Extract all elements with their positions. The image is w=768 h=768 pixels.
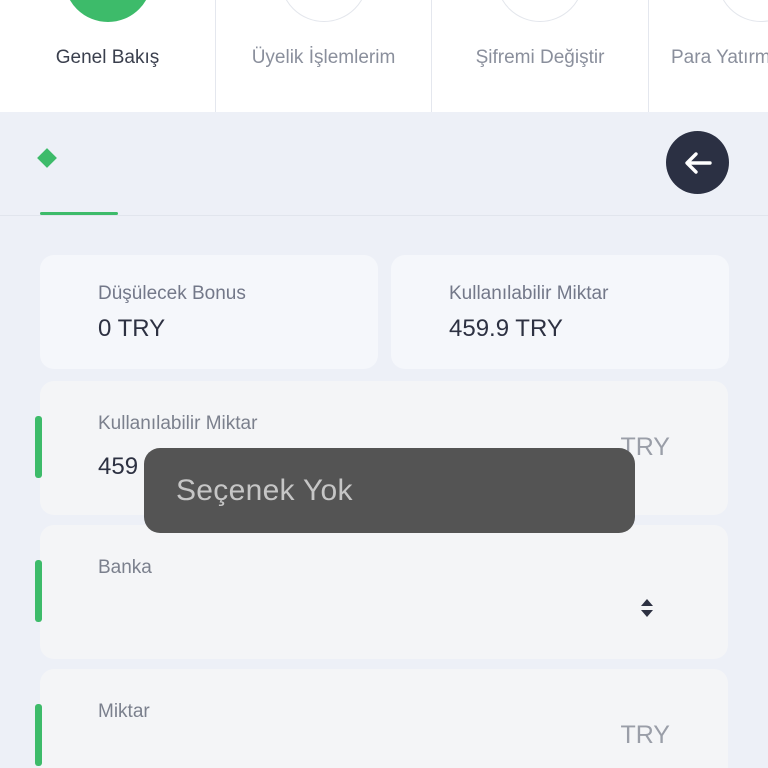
tab-uyelik-islemlerim[interactable]: Üyelik İşlemlerim — [216, 0, 432, 112]
tab-icon-circle — [496, 0, 584, 22]
tab-label: Genel Bakış — [55, 47, 160, 68]
field-value: 459 — [98, 453, 139, 480]
active-section-underline — [40, 212, 118, 215]
tab-genel-bakis[interactable]: Genel Bakış — [0, 0, 216, 112]
field-label: Banka — [98, 557, 152, 578]
top-tab-bar: Genel Bakış Üyelik İşlemlerim Şifremi De… — [0, 0, 768, 112]
tab-icon-circle — [279, 0, 368, 22]
bonus-label: Düşülecek Bonus — [98, 283, 246, 304]
available-amount-card: Kullanılabilir Miktar 459.9 TRY — [391, 255, 729, 369]
bonus-value: 0 TRY — [98, 315, 166, 342]
tab-label: Para Yatırm — [671, 47, 768, 68]
field-accent-bar — [35, 560, 42, 622]
bank-select[interactable]: Banka — [40, 525, 728, 659]
bonus-card: Düşülecek Bonus 0 TRY — [40, 255, 378, 369]
amount-field[interactable]: Miktar TRY — [40, 669, 728, 768]
select-arrows-icon — [641, 599, 653, 617]
field-accent-bar — [35, 416, 42, 478]
tab-label: Şifremi Değiştir — [475, 47, 605, 68]
available-amount-label: Kullanılabilir Miktar — [449, 283, 609, 304]
toast-notification: Seçenek Yok — [144, 448, 635, 533]
section-header — [0, 112, 768, 216]
available-amount-value: 459.9 TRY — [449, 315, 563, 342]
tab-para-yatirma[interactable]: Para Yatırm — [649, 0, 768, 112]
toast-message: Seçenek Yok — [176, 473, 353, 507]
field-accent-bar — [35, 704, 42, 766]
tab-icon-circle — [63, 0, 152, 22]
field-label: Kullanılabilir Miktar — [98, 413, 258, 434]
arrow-left-icon — [684, 151, 712, 174]
back-button[interactable] — [666, 131, 729, 194]
currency-unit: TRY — [620, 721, 670, 749]
tab-sifremi-degistir[interactable]: Şifremi Değiştir — [432, 0, 649, 112]
tab-icon-circle — [717, 0, 768, 22]
field-label: Miktar — [98, 701, 150, 722]
tab-label: Üyelik İşlemlerim — [251, 47, 396, 68]
